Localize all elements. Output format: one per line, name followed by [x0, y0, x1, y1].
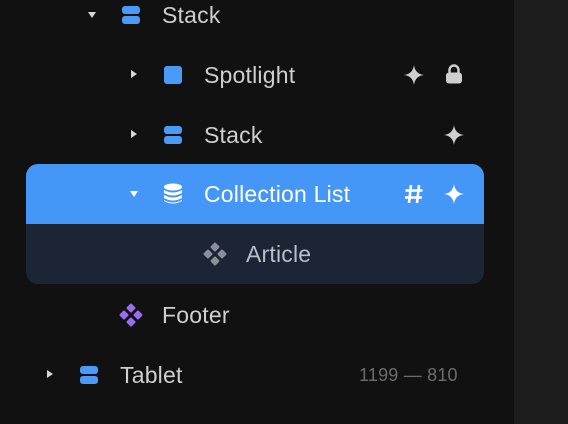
sparkle-icon[interactable] [444, 184, 464, 204]
canvas-edge [514, 0, 568, 424]
layer-label: Stack [204, 122, 263, 148]
stack-icon [164, 126, 182, 144]
expand-caret-icon[interactable] [131, 130, 137, 138]
layer-row-stack[interactable]: Stack [0, 0, 514, 45]
lock-icon[interactable] [445, 64, 463, 84]
layer-label: Footer [162, 302, 230, 328]
layer-label: Stack [162, 2, 221, 28]
selected-layer-group: Collection List Article [26, 164, 484, 284]
sparkle-icon[interactable] [404, 65, 424, 85]
layer-row-tablet[interactable]: Tablet 1199 — 810 [0, 345, 514, 405]
layer-label: Tablet [120, 362, 183, 388]
component-icon [203, 242, 227, 266]
breakpoint-dimensions: 1199 — 810 [359, 365, 458, 385]
stack-icon [122, 6, 140, 24]
sparkle-icon[interactable] [444, 125, 464, 145]
component-icon [119, 303, 143, 327]
layer-label: Collection List [204, 181, 351, 207]
collapse-caret-icon[interactable] [130, 191, 138, 197]
layer-row-spotlight[interactable]: Spotlight [0, 45, 514, 105]
stack-icon [80, 366, 98, 384]
expand-caret-icon[interactable] [47, 370, 53, 378]
layer-row-article[interactable]: Article [26, 224, 484, 284]
expand-caret-icon[interactable] [88, 12, 96, 18]
layer-row-collection-list[interactable]: Collection List [26, 164, 484, 224]
layer-label: Spotlight [204, 62, 296, 88]
frame-icon [164, 66, 182, 84]
hash-icon[interactable] [404, 184, 424, 204]
expand-caret-icon[interactable] [131, 70, 137, 78]
layers-panel: Stack Spotlight Stack Collection List Ar… [0, 0, 514, 424]
layer-label: Article [246, 241, 312, 267]
layer-row-stack-inner[interactable]: Stack [0, 105, 514, 165]
database-icon [164, 183, 182, 204]
layer-row-footer[interactable]: Footer [0, 285, 514, 345]
